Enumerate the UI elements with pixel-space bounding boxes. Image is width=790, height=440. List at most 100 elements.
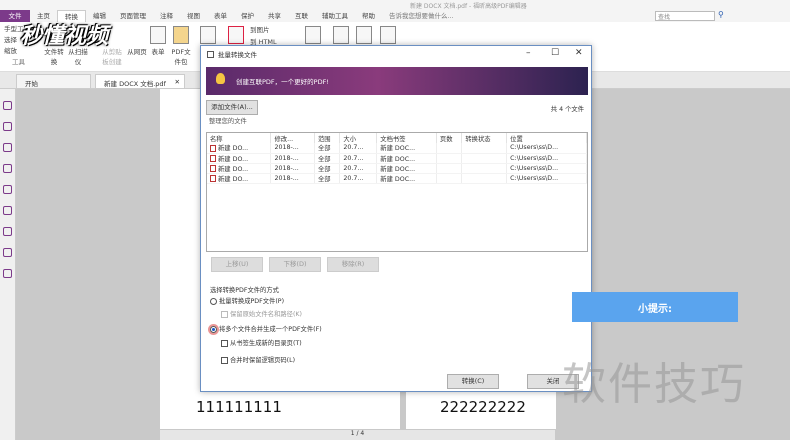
- cell-text: 20.7...: [343, 174, 364, 182]
- pdf-portfolio-button[interactable]: PDF文件包: [170, 26, 192, 66]
- bookmark-icon[interactable]: [3, 101, 12, 110]
- file-list[interactable]: 名称 修改... 范围 大小 文档书签 页数 转换状态 位置 新建 DO... 2018-...…: [206, 132, 588, 252]
- ribbon-icon[interactable]: [305, 26, 321, 46]
- column-header[interactable]: 转换状态: [461, 133, 508, 143]
- ribbon-icon[interactable]: [380, 26, 396, 46]
- lock-icon[interactable]: [3, 227, 12, 236]
- table-cell: 2018-...: [270, 173, 315, 184]
- cell-text: 新建 DO...: [218, 145, 249, 153]
- checkbox-keep-name[interactable]: 保留原始文件名和路径(K): [221, 309, 302, 318]
- checkbox-icon[interactable]: [221, 339, 228, 347]
- cell-text: 2018-...: [274, 154, 299, 162]
- tab-comment[interactable]: 注释: [153, 10, 180, 22]
- radio-icon[interactable]: [210, 297, 217, 305]
- attachment-icon[interactable]: [3, 185, 12, 194]
- page-navigation[interactable]: 1 / 4: [160, 430, 555, 440]
- column-header[interactable]: 大小: [339, 133, 378, 143]
- radio-batch[interactable]: 批量转换成PDF文件(P): [210, 296, 284, 305]
- layers-icon[interactable]: [3, 164, 12, 173]
- table-header: 名称 修改... 范围 大小 文档书签 页数 转换状态 位置: [207, 133, 587, 143]
- cell-text: 2018-...: [274, 144, 299, 152]
- add-files-button[interactable]: 添加文件(A)...: [206, 100, 258, 115]
- tab-connect[interactable]: 互联: [288, 10, 315, 22]
- fields-icon[interactable]: [3, 248, 12, 257]
- cell-text: 全部: [317, 155, 331, 163]
- table-cell: [436, 153, 463, 164]
- tab-protect[interactable]: 保护: [234, 10, 261, 22]
- pdf-file-icon: [210, 165, 216, 172]
- document-icon: [200, 26, 216, 44]
- table-cell: C:\Users\ss\D...: [506, 163, 587, 174]
- table-cell: 新建 DOC...: [376, 163, 437, 174]
- table-cell: [436, 173, 463, 184]
- cell-text: 新建 DO...: [218, 175, 249, 183]
- text-icon: [333, 26, 349, 44]
- checkbox-logical-pages[interactable]: 合并时保留逻辑页码(L): [221, 355, 295, 364]
- column-header[interactable]: 范围: [314, 133, 341, 143]
- radio-selected-icon[interactable]: [210, 325, 217, 333]
- checkbox-icon[interactable]: [221, 356, 228, 364]
- page2-text: 222222222: [440, 398, 526, 416]
- watermark: 软件技巧: [562, 359, 746, 410]
- tab-form[interactable]: 表单: [207, 10, 234, 22]
- column-header[interactable]: 位置: [506, 133, 587, 143]
- form-button[interactable]: 表单: [148, 26, 168, 56]
- checkbox-toc[interactable]: 从书签生成新的目录页(T): [221, 338, 302, 347]
- tools-icon[interactable]: [3, 269, 12, 278]
- tab-share[interactable]: 共享: [261, 10, 288, 22]
- cell-text: 新建 DOC...: [380, 165, 416, 173]
- ribbon-icon[interactable]: [333, 26, 349, 46]
- menu-bar: 文件 主页 转换 编辑 页面管理 注释 视图 表单 保护 共享 互联 辅助工具 …: [0, 9, 790, 23]
- table-row[interactable]: 新建 DO... 2018-... 全部 20.7... 新建 DOC... C:\Use…: [207, 173, 587, 184]
- search-input[interactable]: 查找: [655, 11, 715, 21]
- tab-view[interactable]: 视图: [180, 10, 207, 22]
- tab-document[interactable]: 新建 DOCX 文档.pdf ✕: [95, 74, 185, 89]
- column-header[interactable]: 名称: [207, 133, 272, 143]
- move-up-button[interactable]: 上移(U): [211, 257, 263, 272]
- office-icon: [228, 26, 244, 44]
- remove-button[interactable]: 移除(R): [327, 257, 379, 272]
- tab-accessibility[interactable]: 辅助工具: [315, 10, 355, 22]
- pages-icon[interactable]: [3, 122, 12, 131]
- close-button[interactable]: ✕: [575, 48, 583, 58]
- table-row[interactable]: 新建 DO... 2018-... 全部 20.7... 新建 DOC... C:\Use…: [207, 153, 587, 164]
- close-tab-icon[interactable]: ✕: [175, 78, 180, 86]
- tab-help[interactable]: 帮助: [355, 10, 382, 22]
- table-row[interactable]: 新建 DO... 2018-... 全部 20.7... 新建 DOC... C:\Use…: [207, 163, 587, 174]
- minimize-button[interactable]: –: [526, 48, 531, 58]
- maximize-button[interactable]: ☐: [551, 48, 559, 58]
- tell-me-box[interactable]: 告诉我您想要做什么...: [382, 10, 461, 22]
- pdf-file-icon: [210, 155, 216, 162]
- table-cell: 20.7...: [339, 173, 378, 184]
- table-cell: 新建 DO...: [207, 163, 272, 174]
- office-button[interactable]: [228, 26, 244, 46]
- dialog-title: 批量转换文件: [218, 51, 257, 59]
- to-image-button[interactable]: 到图片: [250, 24, 270, 34]
- search-icon[interactable]: ⚲: [718, 10, 724, 19]
- checkbox-icon[interactable]: [221, 310, 228, 318]
- table-cell: [461, 163, 508, 174]
- column-header[interactable]: 页数: [436, 133, 463, 143]
- ribbon-icon[interactable]: [200, 26, 216, 46]
- table-row[interactable]: 新建 DO... 2018-... 全部 20.7... 新建 DOC... C:\Use…: [207, 143, 587, 154]
- table-cell: [436, 143, 463, 154]
- convert-button[interactable]: 转换(C): [447, 374, 499, 389]
- ocr-icon: [380, 26, 396, 44]
- table-cell: 新建 DOC...: [376, 153, 437, 164]
- radio-merge[interactable]: 将多个文件合并生成一个PDF文件(F): [210, 324, 322, 333]
- tab-start[interactable]: 开始: [16, 74, 91, 89]
- move-down-button[interactable]: 下移(D): [269, 257, 321, 272]
- signature-icon[interactable]: [3, 206, 12, 215]
- column-header[interactable]: 文档书签: [376, 133, 437, 143]
- video-logo: 秒懂视频: [20, 24, 109, 49]
- column-header[interactable]: 修改...: [270, 133, 315, 143]
- document-icon: [305, 26, 321, 44]
- cell-text: 全部: [317, 165, 331, 173]
- folder-icon: [173, 26, 189, 44]
- cell-text: 20.7...: [343, 144, 364, 152]
- comment-icon[interactable]: [3, 143, 12, 152]
- tab-pages[interactable]: 页面管理: [113, 10, 153, 22]
- batch-convert-dialog: 批量转换文件 – ☐ ✕ 创建互联PDF，一个更好的PDF! 添加文件(A)..…: [200, 45, 592, 392]
- ribbon-icon[interactable]: [356, 26, 372, 46]
- from-web-button[interactable]: 从网页: [126, 46, 148, 56]
